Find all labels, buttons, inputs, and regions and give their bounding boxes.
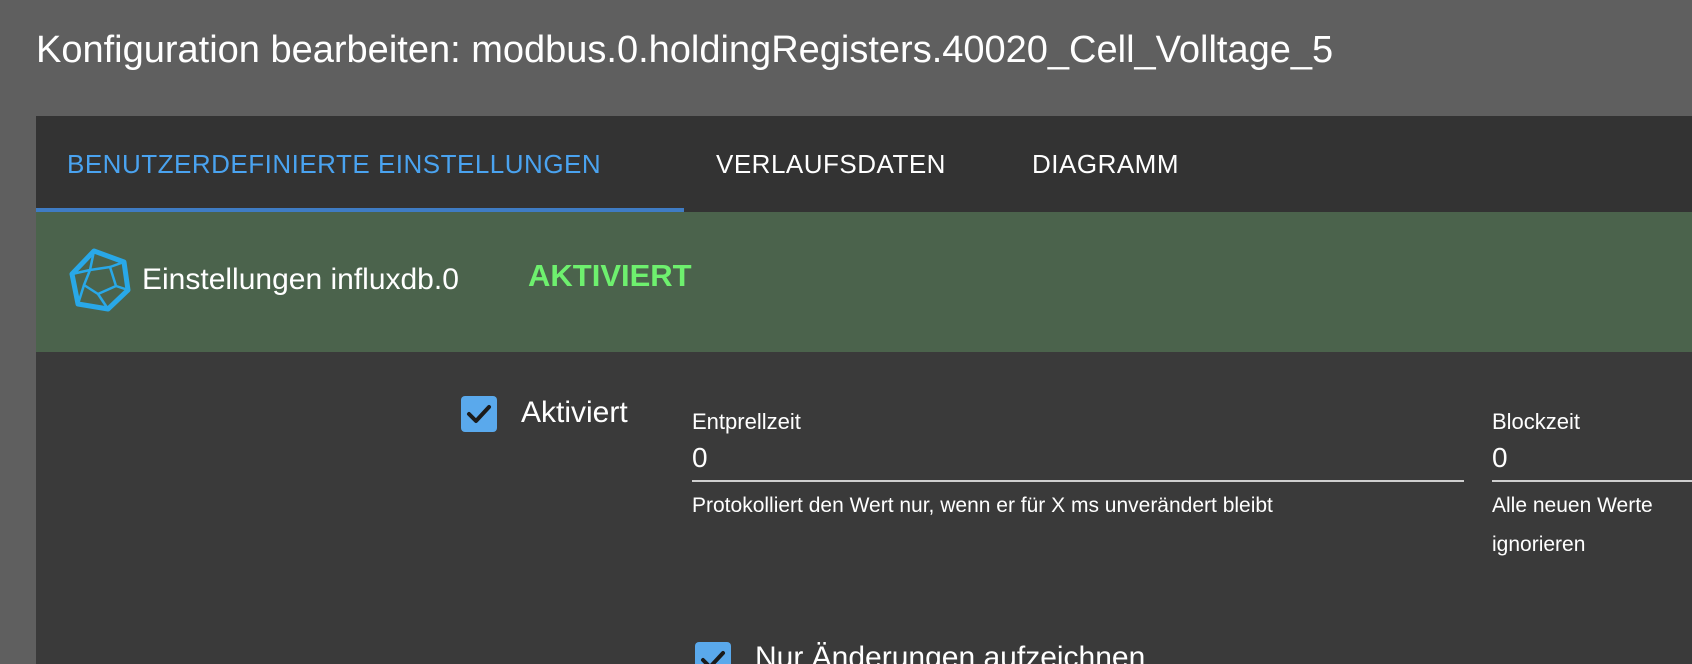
tab-bar: Benutzerdefinierte Einstellungen Verlauf… bbox=[36, 116, 1692, 212]
tab-chart[interactable]: Diagramm bbox=[1032, 116, 1179, 212]
debounce-label: Entprellzeit bbox=[692, 409, 801, 434]
enabled-label: Aktiviert bbox=[521, 396, 628, 429]
status-badge: AKTIVIERT bbox=[528, 258, 692, 293]
page-title: Konfiguration bearbeiten: modbus.0.holdi… bbox=[36, 29, 1334, 71]
debounce-helper-text: Protokolliert den Wert nur, wenn er für … bbox=[692, 494, 1273, 517]
checkmark-icon bbox=[701, 651, 725, 664]
changes-only-checkbox[interactable] bbox=[695, 642, 731, 664]
banner-title: Einstellungen influxdb.0 bbox=[142, 263, 459, 296]
blocktime-helper-text: Alle neuen Werte ignorieren bbox=[1492, 486, 1692, 564]
changes-only-label: Nur Änderungen aufzeichnen bbox=[755, 641, 1146, 664]
debounce-input[interactable] bbox=[692, 436, 1464, 482]
blocktime-input[interactable] bbox=[1492, 436, 1692, 482]
config-dialog: Benutzerdefinierte Einstellungen Verlauf… bbox=[36, 116, 1692, 664]
blocktime-helper-line: Alle neuen Werte ignorieren bbox=[1492, 494, 1653, 556]
tab-history-data[interactable]: Verlaufsdaten bbox=[716, 116, 946, 212]
blocktime-label: Blockzeit bbox=[1492, 409, 1581, 434]
checkmark-icon bbox=[467, 405, 491, 423]
influxdb-polyhedron-icon bbox=[68, 248, 132, 312]
enabled-checkbox[interactable] bbox=[461, 396, 497, 432]
tab-custom-settings[interactable]: Benutzerdefinierte Einstellungen bbox=[67, 116, 601, 212]
instance-banner: Einstellungen influxdb.0 AKTIVIERT bbox=[36, 212, 1692, 352]
